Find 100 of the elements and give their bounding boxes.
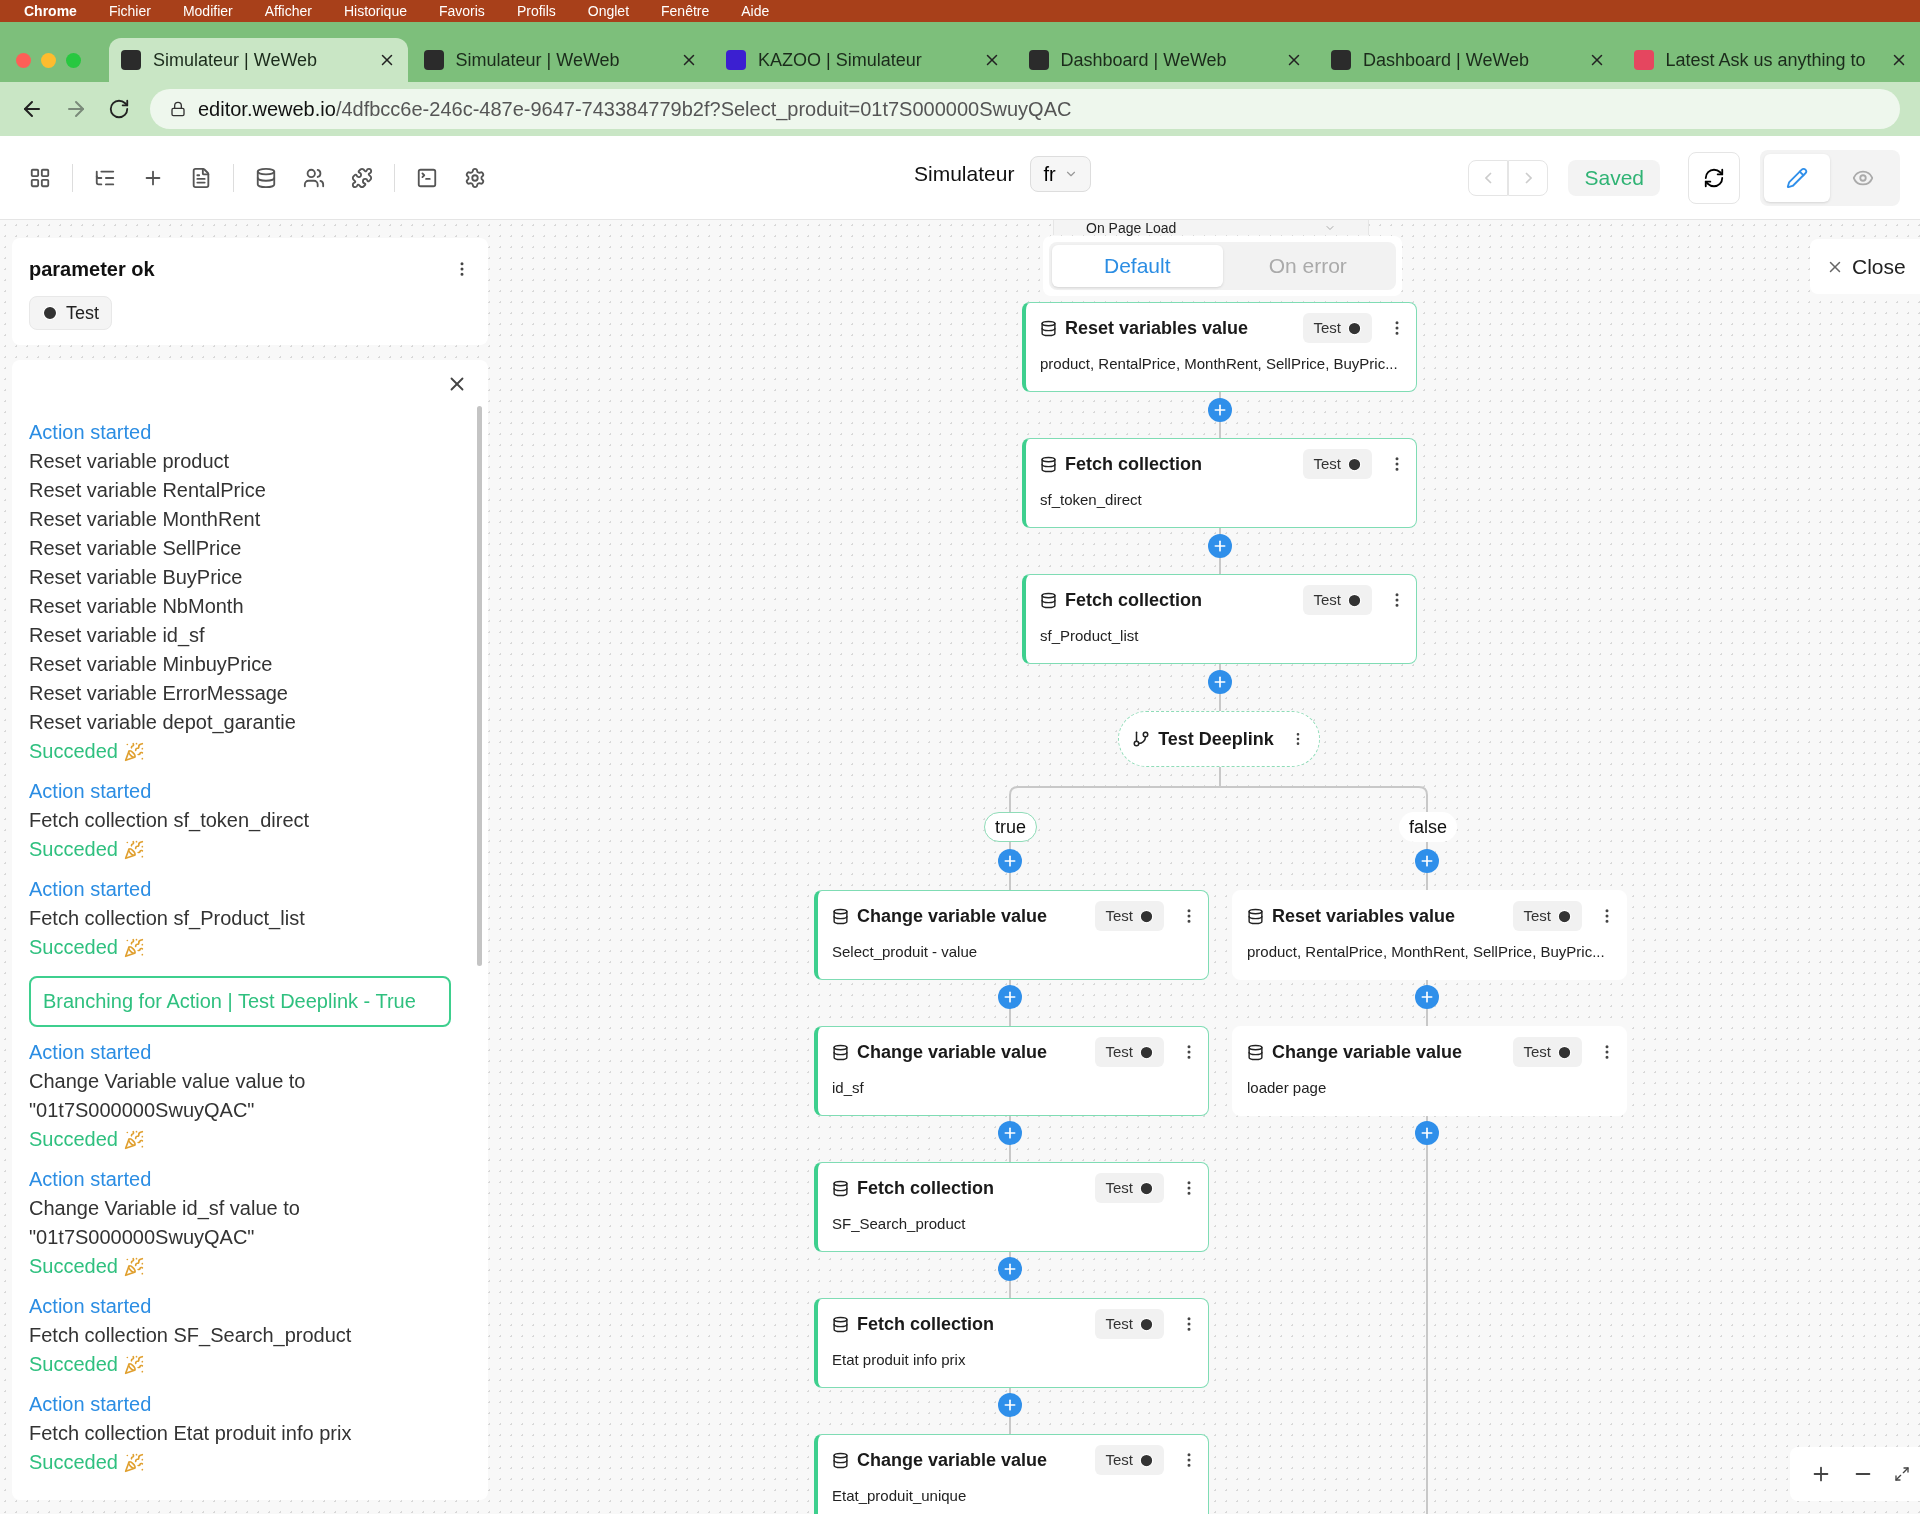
test-button[interactable]: Test xyxy=(1095,901,1164,931)
log-line: Reset variable depot_garantie xyxy=(29,710,297,736)
menu-item[interactable]: Afficher xyxy=(264,0,312,22)
action-card[interactable]: Fetch collection Test sf_Product_list xyxy=(1022,574,1417,664)
database-icon xyxy=(832,1179,849,1197)
action-card[interactable]: Change variable value Test loader page xyxy=(1232,1026,1627,1116)
settings-icon[interactable] xyxy=(464,166,486,189)
action-card[interactable]: Change variable value Test Select_produit - value xyxy=(814,890,1209,980)
add-step-button[interactable] xyxy=(998,1121,1022,1145)
menu-item[interactable]: Onglet xyxy=(587,0,630,22)
action-details: product, RentalPrice, MonthRent, SellPrice, BuyPric... xyxy=(1246,942,1606,962)
add-step-button[interactable] xyxy=(998,1393,1022,1417)
log-success: Succeded xyxy=(29,1450,118,1475)
log-action-started: Action started xyxy=(29,1392,153,1417)
browser-tab[interactable]: Dashboard | WeWeb xyxy=(1319,38,1618,82)
action-card[interactable]: Fetch collection Test Etat produit info prix xyxy=(814,1298,1209,1388)
reload-icon[interactable] xyxy=(108,98,130,120)
log-line: Reset variable BuyPrice xyxy=(29,565,244,590)
test-button[interactable]: Test xyxy=(1095,1037,1164,1067)
pencil-icon xyxy=(1786,166,1808,189)
browser-tab[interactable]: KAZOO | Simulateur xyxy=(714,38,1013,82)
menu-item[interactable]: Favoris xyxy=(438,0,485,22)
terminal-icon[interactable] xyxy=(416,166,438,189)
plus-icon xyxy=(1212,674,1228,690)
browser-tab[interactable]: Dashboard | WeWeb xyxy=(1016,38,1315,82)
party-popper-icon xyxy=(123,741,144,762)
action-card[interactable]: Change variable value Test id_sf xyxy=(814,1026,1209,1116)
database-icon xyxy=(1040,455,1057,473)
action-title: Change variable value xyxy=(1272,1040,1463,1064)
test-button[interactable]: Test xyxy=(1303,585,1372,615)
plus-icon xyxy=(1002,1397,1018,1413)
true-label: true xyxy=(984,812,1038,842)
party-popper-icon xyxy=(123,839,144,860)
menu-item[interactable]: Aide xyxy=(741,0,770,22)
action-details: id_sf xyxy=(831,1078,865,1098)
action-details: loader page xyxy=(1246,1078,1328,1098)
action-card[interactable]: Reset variables value Test product, RentalPrice, MonthRent, SellPrice, BuyPric... xyxy=(1022,302,1417,392)
add-step-button[interactable] xyxy=(1415,985,1439,1009)
log-action-started: Action started xyxy=(29,1040,153,1065)
add-step-button[interactable] xyxy=(1208,534,1232,558)
add-step-button[interactable] xyxy=(998,985,1022,1009)
action-card[interactable]: Change variable value Test Etat_produit_unique xyxy=(814,1434,1209,1514)
tab-title: Latest Ask us anything to xyxy=(1665,48,1867,72)
log-line: Reset variable ErrorMessage xyxy=(29,681,289,706)
log-success: Succeded xyxy=(29,1254,118,1279)
test-button[interactable]: Test xyxy=(1513,901,1582,931)
log-success: Succeded xyxy=(29,935,118,960)
test-button[interactable]: Test xyxy=(1303,449,1372,479)
log-action-started: Action started xyxy=(29,420,153,445)
database-icon xyxy=(832,907,849,925)
browser-tab[interactable]: Simulateur | WeWeb xyxy=(109,38,408,82)
page-icon[interactable] xyxy=(190,166,212,189)
log-line: Reset variable SellPrice xyxy=(29,536,243,561)
test-button[interactable]: Test xyxy=(1095,1309,1164,1339)
browser-tab[interactable]: Latest Ask us anything to xyxy=(1621,38,1920,82)
add-step-button[interactable] xyxy=(998,849,1022,873)
menu-item[interactable]: Fichier xyxy=(108,0,151,22)
action-details: sf_Product_list xyxy=(1039,626,1140,646)
party-popper-icon xyxy=(123,1354,144,1375)
add-step-button[interactable] xyxy=(1208,398,1232,422)
plus-icon xyxy=(1419,1125,1435,1141)
menu-item[interactable]: Historique xyxy=(343,0,407,22)
branch-node[interactable]: Test Deeplink xyxy=(1118,711,1320,767)
users-icon[interactable] xyxy=(303,166,325,189)
action-card[interactable]: Fetch collection Test SF_Search_product xyxy=(814,1162,1209,1252)
grid-icon[interactable] xyxy=(29,166,51,189)
menu-item[interactable]: Profils xyxy=(516,0,556,22)
fit-view-icon[interactable] xyxy=(1894,1466,1910,1482)
menu-item[interactable]: Modifier xyxy=(182,0,233,22)
add-step-button[interactable] xyxy=(1415,1121,1439,1145)
refresh-icon xyxy=(1703,166,1725,189)
scrollbar[interactable] xyxy=(477,406,482,966)
add-step-button[interactable] xyxy=(998,1257,1022,1281)
tab-title: Dashboard | WeWeb xyxy=(1060,48,1228,72)
add-step-button[interactable] xyxy=(1415,849,1439,873)
browser-tab[interactable]: Simulateur | WeWeb xyxy=(411,38,710,82)
database-icon[interactable] xyxy=(255,166,277,189)
saved-status: Saved xyxy=(1568,159,1660,196)
trigger-select[interactable]: On Page Load xyxy=(1053,220,1369,235)
puzzle-icon[interactable] xyxy=(351,166,373,189)
test-button[interactable]: Test xyxy=(1095,1173,1164,1203)
log-line: Reset variable NbMonth xyxy=(29,594,245,619)
sync-button[interactable] xyxy=(1688,151,1740,204)
action-card[interactable]: Reset variables value Test product, RentalPrice, MonthRent, SellPrice, BuyPric... xyxy=(1232,890,1627,980)
menu-item[interactable]: Chrome xyxy=(24,0,77,22)
add-step-button[interactable] xyxy=(1208,670,1232,694)
action-details: Select_produit - value xyxy=(831,942,979,962)
test-button[interactable]: Test xyxy=(1095,1445,1164,1475)
language-select[interactable]: fr xyxy=(1030,156,1091,192)
menu-item[interactable]: Fenêtre xyxy=(661,0,710,22)
action-card[interactable]: Fetch collection Test sf_token_direct xyxy=(1022,438,1417,528)
close-button[interactable]: Close xyxy=(1810,239,1920,294)
test-button[interactable]: Test xyxy=(29,296,112,330)
party-popper-icon xyxy=(123,1129,144,1150)
edit-mode-button[interactable] xyxy=(1764,153,1830,202)
plus-icon xyxy=(1002,1261,1018,1277)
action-title: Fetch collection xyxy=(1065,588,1203,612)
test-button[interactable]: Test xyxy=(1303,313,1372,343)
test-button[interactable]: Test xyxy=(1513,1037,1582,1067)
address-field[interactable]: editor.weweb.io/4dfbcc6e-246c-487e-9647-743384779b2f?Select_produit=01t7S000000SwuyQAC xyxy=(150,89,1900,129)
